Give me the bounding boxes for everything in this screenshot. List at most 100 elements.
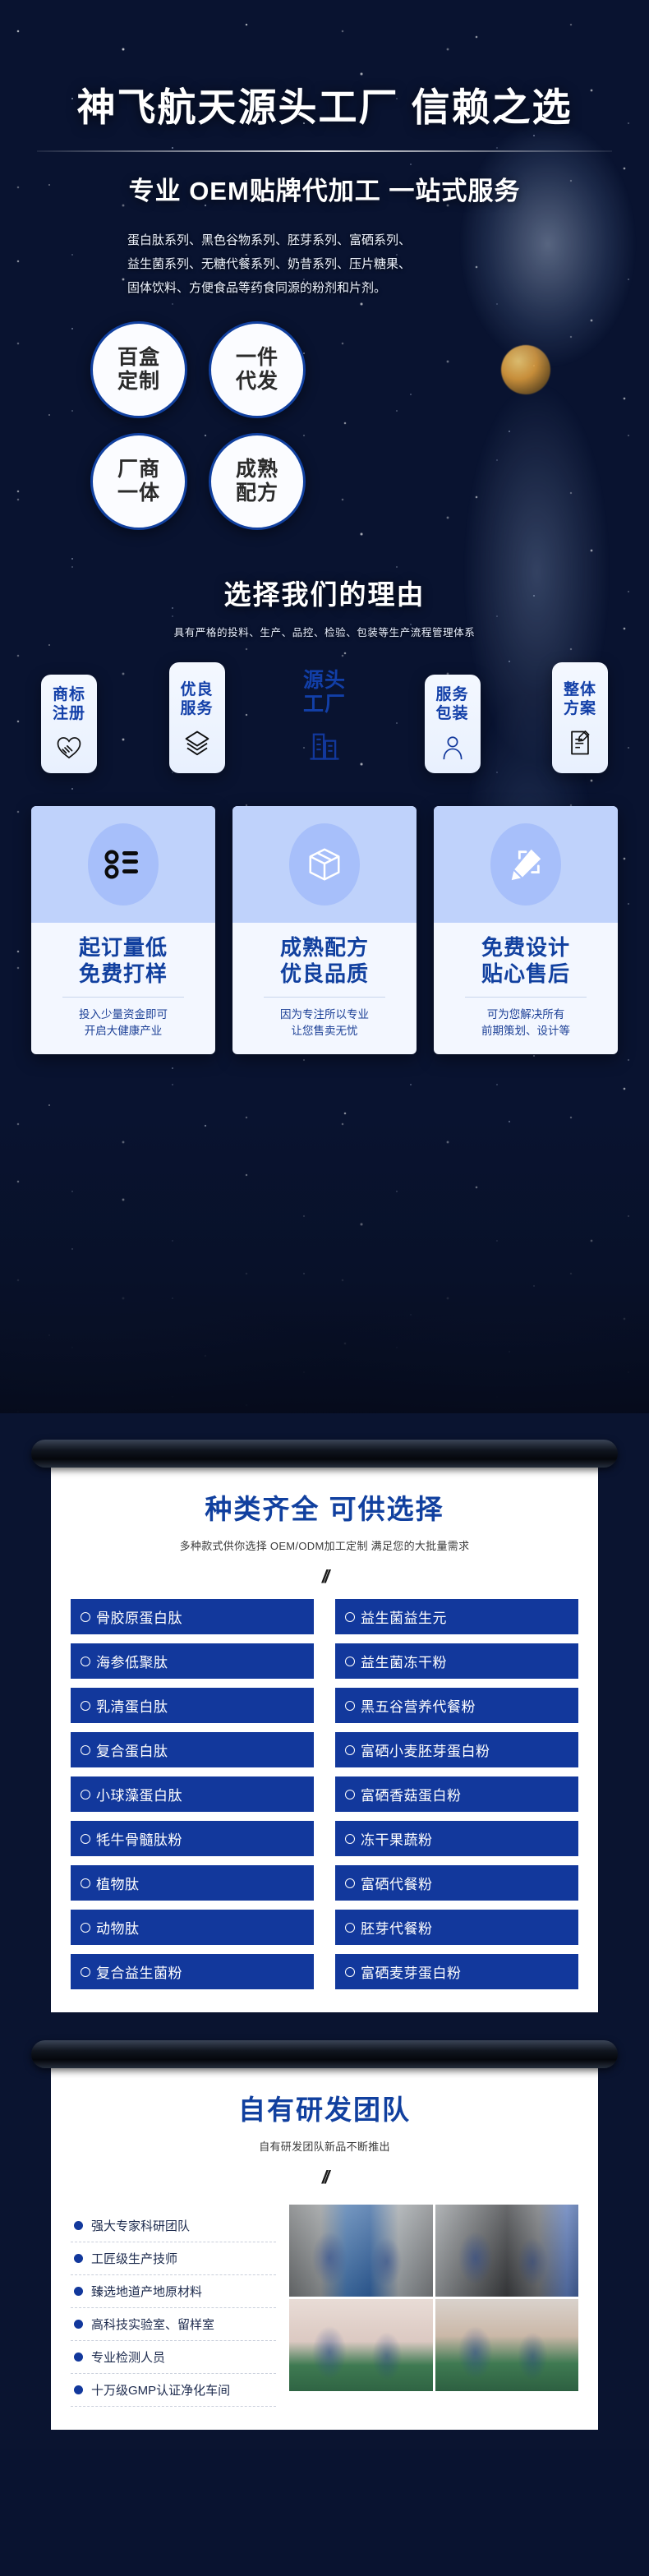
- card-divider: [264, 997, 385, 998]
- list-item[interactable]: 黑五谷营养代餐粉: [335, 1688, 578, 1723]
- list-item[interactable]: 富硒小麦胚芽蛋白粉: [335, 1732, 578, 1767]
- circle-label-line1: 百盒: [117, 346, 160, 369]
- bullet-circle-icon: [81, 1878, 90, 1888]
- circle-label-line2: 定制: [117, 370, 160, 393]
- rd-subtitle: 自有研发团队新品不断推出: [259, 2141, 390, 2153]
- card-title: 免费设计 贴心售后: [481, 935, 570, 986]
- product-name: 胚芽代餐粉: [361, 1921, 433, 1937]
- list-item[interactable]: 富硒香菇蛋白粉: [335, 1776, 578, 1812]
- list-item[interactable]: 海参低聚肽: [71, 1643, 314, 1679]
- circle-badge-dropship[interactable]: 一件 代发: [209, 321, 306, 418]
- document-edit-icon: [571, 730, 590, 755]
- desc-line: 固体饮料、方便食品等药食同源的粉剂和片剂。: [127, 281, 387, 295]
- bullet-circle-icon: [81, 1966, 90, 1977]
- bullet-circle-icon: [345, 1878, 355, 1888]
- bullet-circle-icon: [345, 1611, 355, 1622]
- slash-ornament: //: [321, 1566, 329, 1587]
- desc-line: 益生菌系列、无糖代餐系列、奶昔系列、压片糖果、: [127, 257, 412, 271]
- bullet-dot-icon: [74, 2221, 83, 2230]
- chip-service-packaging[interactable]: 服务 包装: [424, 675, 481, 773]
- benefit-card-low-moq[interactable]: 起订量低 免费打样 投入少量资金即可 开启大健康产业: [31, 806, 215, 1054]
- title-divider: [37, 150, 612, 152]
- chip-overall-solution[interactable]: 整体 方案: [552, 662, 608, 773]
- promo-page: 神飞航天源头工厂 信赖之选 专业 OEM贴牌代加工 一站式服务 蛋白肽系列、黑色…: [0, 0, 649, 2576]
- desc-line: 蛋白肽系列、黑色谷物系列、胚芽系列、富硒系列、: [127, 233, 412, 247]
- bullet-circle-icon: [81, 1922, 90, 1933]
- card-icon-area: [31, 806, 215, 923]
- rd-capability-list: 强大专家科研团队 工匠级生产技师 臻选地道产地原材料 高科技实验室、留样室 专业…: [71, 2205, 276, 2407]
- products-section: 种类齐全 可供选择 多种款式供你选择 OEM/ODM加工定制 满足您的大批量需求…: [0, 1413, 649, 2449]
- rd-item-label: 强大专家科研团队: [91, 2219, 191, 2233]
- page-subtitle: 专业 OEM贴牌代加工 一站式服务: [128, 177, 521, 205]
- rd-scroll-panel: 自有研发团队 自有研发团队新品不断推出 // 强大专家科研团队 工匠级生产技师 …: [31, 2040, 618, 2430]
- card-divider: [465, 997, 587, 998]
- product-name: 骨胶原蛋白肽: [96, 1611, 182, 1626]
- list-item[interactable]: 乳清蛋白肽: [71, 1688, 314, 1723]
- rd-item-label: 十万级GMP认证净化车间: [91, 2384, 231, 2398]
- list-item[interactable]: 胚芽代餐粉: [335, 1910, 578, 1945]
- list-item[interactable]: 臻选地道产地原材料: [71, 2275, 276, 2308]
- card-note: 投入少量资金即可 开启大健康产业: [79, 1008, 168, 1037]
- benefit-card-free-design[interactable]: 免费设计 贴心售后 可为您解决所有 前期策划、设计等: [434, 806, 618, 1054]
- bullet-circle-icon: [81, 1789, 90, 1800]
- chip-label: 整体 方案: [563, 681, 596, 717]
- bullet-dot-icon: [74, 2287, 83, 2296]
- list-item[interactable]: 十万级GMP认证净化车间: [71, 2374, 276, 2407]
- list-item[interactable]: 冻干果蔬粉: [335, 1821, 578, 1856]
- benefit-card-mature-formula[interactable]: 成熟配方 优良品质 因为专注所以专业 让您售卖无忧: [232, 806, 417, 1054]
- chip-label: 优良 服务: [180, 681, 214, 717]
- chip-trademark-registration[interactable]: 商标 注册: [41, 675, 97, 773]
- card-icon-area: [232, 806, 417, 923]
- chip-label: 源头 工厂: [302, 669, 346, 716]
- list-item[interactable]: 专业检测人员: [71, 2341, 276, 2374]
- bullet-circle-icon: [345, 1833, 355, 1844]
- circle-badge-mature-formula[interactable]: 成熟 配方: [209, 433, 306, 530]
- card-divider: [62, 997, 184, 998]
- list-item[interactable]: 强大专家科研团队: [71, 2210, 276, 2242]
- reason-heading: 选择我们的理由: [223, 579, 426, 610]
- list-item[interactable]: 工匠级生产技师: [71, 2242, 276, 2275]
- circle-badge-factory-integration[interactable]: 厂商 一体: [90, 433, 187, 530]
- list-item[interactable]: 复合蛋白肽: [71, 1732, 314, 1767]
- bullet-circle-icon: [345, 1922, 355, 1933]
- rd-item-label: 工匠级生产技师: [91, 2252, 178, 2266]
- circle-label-line2: 配方: [235, 482, 278, 505]
- list-item[interactable]: 植物肽: [71, 1865, 314, 1901]
- circle-label-line2: 一体: [117, 482, 160, 505]
- bullet-dot-icon: [74, 2385, 83, 2394]
- list-item[interactable]: 富硒代餐粉: [335, 1865, 578, 1901]
- product-name: 复合蛋白肽: [96, 1744, 168, 1759]
- list-item[interactable]: 富硒麦芽蛋白粉: [335, 1954, 578, 1989]
- bullet-circle-icon: [345, 1744, 355, 1755]
- card-note: 因为专注所以专业 让您售卖无忧: [280, 1008, 369, 1037]
- list-item[interactable]: 动物肽: [71, 1910, 314, 1945]
- slash-ornament: //: [321, 2167, 329, 2187]
- factory-building-icon: [310, 733, 339, 760]
- list-item[interactable]: 牦牛骨髓肽粉: [71, 1821, 314, 1856]
- chip-quality-service[interactable]: 优良 服务: [168, 662, 225, 773]
- bullet-circle-icon: [81, 1611, 90, 1622]
- list-item[interactable]: 骨胶原蛋白肽: [71, 1599, 314, 1634]
- bullet-dot-icon: [74, 2254, 83, 2263]
- product-name: 冻干果蔬粉: [361, 1832, 433, 1848]
- scroll-top-bar: [31, 1440, 618, 1468]
- products-subtitle: 多种款式供你选择 OEM/ODM加工定制 满足您的大批量需求: [179, 1540, 470, 1552]
- product-name: 富硒香菇蛋白粉: [361, 1788, 462, 1804]
- factory-equipment-photo: [435, 2205, 578, 2297]
- circle-badge-custom-boxes[interactable]: 百盒 定制: [90, 321, 187, 418]
- list-item[interactable]: 益生菌冻干粉: [335, 1643, 578, 1679]
- product-series-description: 蛋白肽系列、黑色谷物系列、胚芽系列、富硒系列、 益生菌系列、无糖代餐系列、奶昔系…: [127, 228, 522, 300]
- list-item[interactable]: 小球藻蛋白肽: [71, 1776, 314, 1812]
- rd-title: 自有研发团队: [238, 2094, 411, 2125]
- list-item[interactable]: 高科技实验室、留样室: [71, 2308, 276, 2341]
- benefit-card-row: 起订量低 免费打样 投入少量资金即可 开启大健康产业 成熟配方 优良品质 因为专…: [31, 806, 618, 1054]
- chip-source-factory[interactable]: 源头 工厂: [297, 669, 352, 773]
- product-name: 富硒小麦胚芽蛋白粉: [361, 1744, 490, 1759]
- footer-spacer: [0, 2430, 649, 2449]
- bullet-circle-icon: [81, 1700, 90, 1711]
- box-package-icon: [309, 848, 340, 881]
- list-item[interactable]: 益生菌益生元: [335, 1599, 578, 1634]
- rd-item-label: 专业检测人员: [91, 2351, 166, 2365]
- bullet-circle-icon: [345, 1656, 355, 1666]
- list-item[interactable]: 复合益生菌粉: [71, 1954, 314, 1989]
